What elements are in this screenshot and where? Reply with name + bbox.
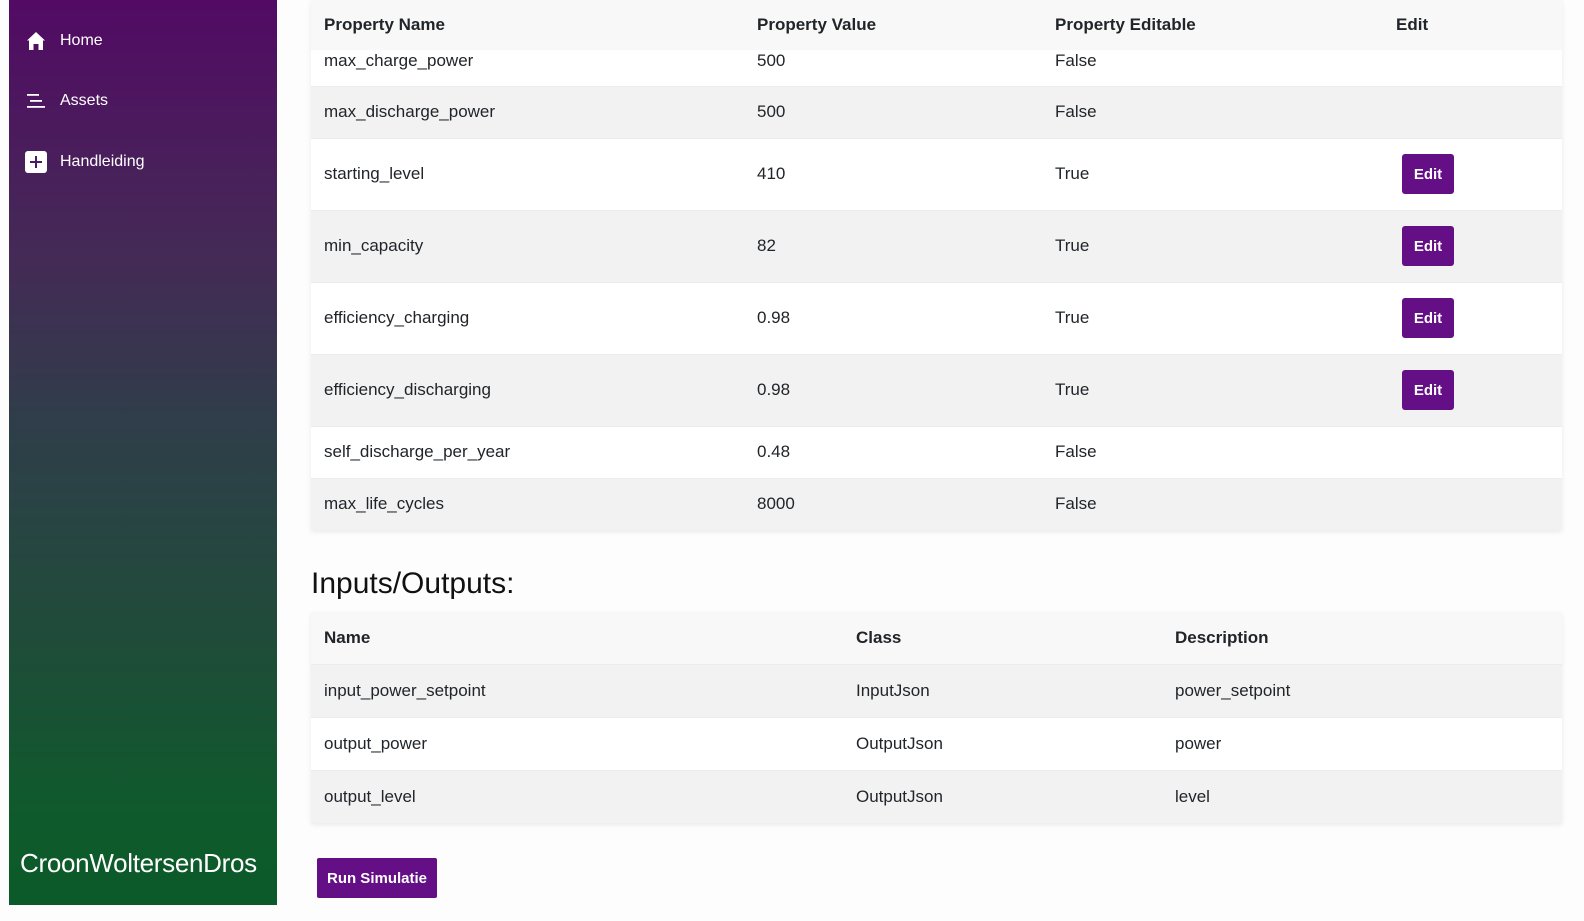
table-row: output_power OutputJson power [311,716,1562,770]
run-simulation-button[interactable]: Run Simulatie [317,858,437,898]
property-editable: False [1042,477,1383,530]
list-icon [25,90,47,112]
table-row: output_level OutputJson level [311,769,1562,823]
io-section-title: Inputs/Outputs: [311,567,515,600]
table-row: max_charge_power 500 False [311,50,1562,86]
column-header: Description [1162,612,1562,664]
sidebar-item-handleiding[interactable]: Handleiding [25,148,145,176]
property-editable: False [1042,425,1383,478]
column-header: Property Editable [1042,0,1383,50]
edit-cell: Edit [1383,137,1562,210]
edit-cell: Edit [1383,209,1562,282]
edit-button-min-capacity[interactable]: Edit [1402,226,1454,266]
property-value: 410 [744,137,1042,210]
sidebar-item-label: Assets [60,92,109,109]
property-name: starting_level [311,137,744,210]
property-value: 500 [744,50,1042,86]
table-header-row: Property Name Property Value Property Ed… [311,0,1562,50]
table-row: min_capacity 82 True Edit [311,209,1562,282]
table-row: starting_level 410 True Edit [311,137,1562,210]
property-name: max_charge_power [311,50,744,86]
plus-square-icon [25,151,47,173]
table-row: self_discharge_per_year 0.48 False [311,425,1562,478]
property-editable: True [1042,137,1383,210]
column-header: Name [311,612,843,664]
property-name: efficiency_discharging [311,353,744,426]
properties-table: Property Name Property Value Property Ed… [311,0,1562,530]
io-section: Name Class Description input_power_setpo… [311,612,1562,823]
home-icon [25,30,47,52]
property-editable: True [1042,353,1383,426]
property-name: self_discharge_per_year [311,425,744,478]
edit-cell: Edit [1383,281,1562,354]
property-value: 8000 [744,477,1042,530]
property-editable: True [1042,281,1383,354]
io-class: OutputJson [843,769,1162,823]
sidebar: Home Assets Handleiding CroonWoltersenDr… [9,0,277,905]
io-description: power [1162,716,1562,770]
table-row: input_power_setpoint InputJson power_set… [311,663,1562,717]
brand-name: CroonWoltersenDros [20,848,257,878]
edit-cell [1383,50,1562,86]
io-name: input_power_setpoint [311,663,843,717]
io-description: power_setpoint [1162,663,1562,717]
table-header-row: Name Class Description [311,612,1562,664]
io-class: InputJson [843,663,1162,717]
edit-cell [1383,85,1562,138]
property-name: min_capacity [311,209,744,282]
sidebar-item-assets[interactable]: Assets [25,87,108,115]
property-editable: True [1042,209,1383,282]
table-row: efficiency_charging 0.98 True Edit [311,281,1562,354]
io-name: output_power [311,716,843,770]
edit-cell [1383,477,1562,530]
column-header: Class [843,612,1162,664]
property-editable: False [1042,50,1383,86]
property-value: 0.98 [744,353,1042,426]
edit-cell [1383,425,1562,478]
column-header: Edit [1383,0,1562,50]
edit-button-efficiency-discharging[interactable]: Edit [1402,370,1454,410]
properties-section: Property Name Property Value Property Ed… [311,0,1562,530]
property-name: max_discharge_power [311,85,744,138]
edit-cell: Edit [1383,353,1562,426]
io-description: level [1162,769,1562,823]
io-class: OutputJson [843,716,1162,770]
app: Home Assets Handleiding CroonWoltersenDr… [0,0,1584,921]
property-value: 0.98 [744,281,1042,354]
edit-button-starting-level[interactable]: Edit [1402,154,1454,194]
property-name: efficiency_charging [311,281,744,354]
column-header: Property Name [311,0,744,50]
io-table: Name Class Description input_power_setpo… [311,612,1562,823]
sidebar-item-home[interactable]: Home [25,27,103,55]
property-name: max_life_cycles [311,477,744,530]
property-value: 82 [744,209,1042,282]
property-editable: False [1042,85,1383,138]
table-row: max_life_cycles 8000 False [311,477,1562,530]
column-header: Property Value [744,0,1042,50]
io-name: output_level [311,769,843,823]
sidebar-item-label: Home [60,32,103,49]
property-value: 500 [744,85,1042,138]
sidebar-item-label: Handleiding [60,153,145,170]
property-value: 0.48 [744,425,1042,478]
table-row: max_discharge_power 500 False [311,85,1562,138]
table-row: efficiency_discharging 0.98 True Edit [311,353,1562,426]
edit-button-efficiency-charging[interactable]: Edit [1402,298,1454,338]
